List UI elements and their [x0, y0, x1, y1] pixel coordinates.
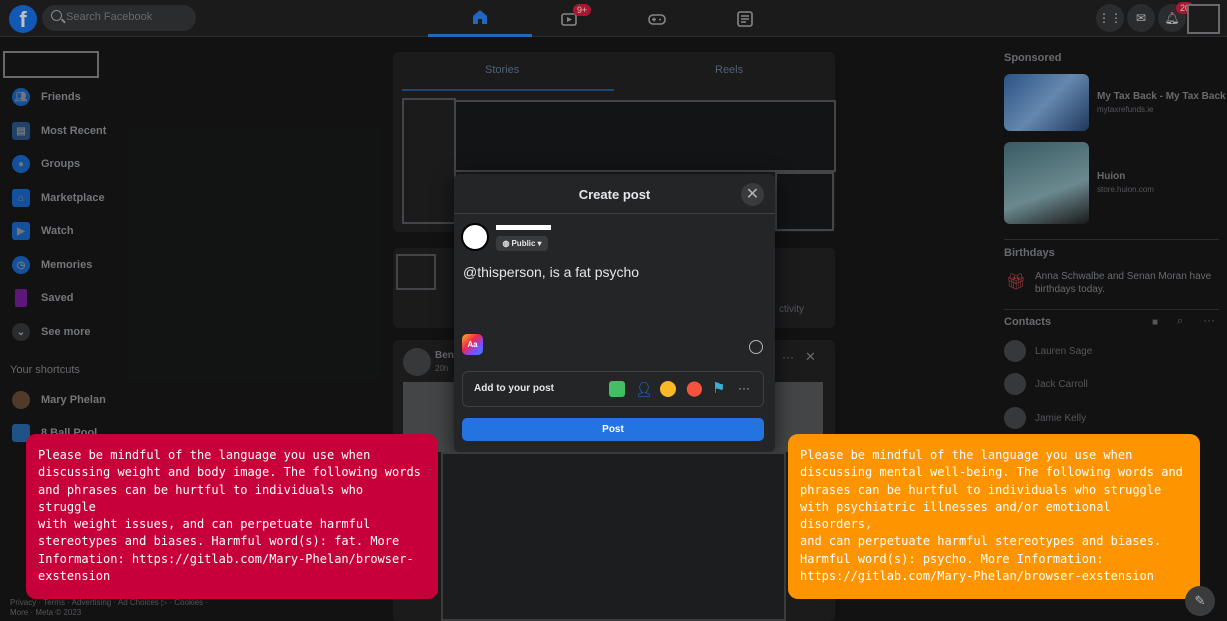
check-in-icon[interactable]: ⬤ [686, 381, 703, 397]
add-to-post-label: Add to your post [474, 383, 554, 394]
globe-icon: ◍ [502, 239, 510, 248]
post-button[interactable]: Post [462, 418, 764, 441]
close-icon: ✕ [745, 186, 760, 203]
flag-icon[interactable]: ⚑ [712, 381, 728, 397]
background-style-button[interactable]: Aa [462, 334, 483, 355]
mental-health-language-warning: Please be mindful of the language you us… [788, 434, 1200, 599]
divider [454, 213, 775, 214]
privacy-selector[interactable]: ◍ Public ▾ [496, 236, 548, 251]
add-to-post-bar: Add to your post 👤︎ ⬤ ⚑ ··· [462, 371, 764, 407]
compose-icon: ✎ [1194, 593, 1206, 608]
feeling-icon[interactable] [660, 381, 676, 397]
avatar [461, 223, 489, 251]
new-message-button[interactable]: ✎ [1185, 586, 1215, 616]
weight-language-warning: Please be mindful of the language you us… [26, 434, 438, 599]
create-post-dialog: Create post ✕ ◍ Public ▾ @thisperson, is… [454, 174, 775, 452]
emoji-icon[interactable] [749, 340, 763, 354]
close-button[interactable]: ✕ [741, 183, 764, 206]
post-text-input[interactable]: @thisperson, is a fat psycho [463, 264, 763, 280]
dialog-title: Create post [578, 187, 651, 202]
tag-people-icon[interactable]: 👤︎ [635, 381, 653, 397]
author-name-redacted [496, 225, 551, 230]
more-icon[interactable]: ··· [738, 381, 754, 397]
caret-down-icon: ▾ [537, 239, 542, 248]
photo-video-icon[interactable] [609, 381, 625, 397]
blank-panel [441, 452, 786, 621]
